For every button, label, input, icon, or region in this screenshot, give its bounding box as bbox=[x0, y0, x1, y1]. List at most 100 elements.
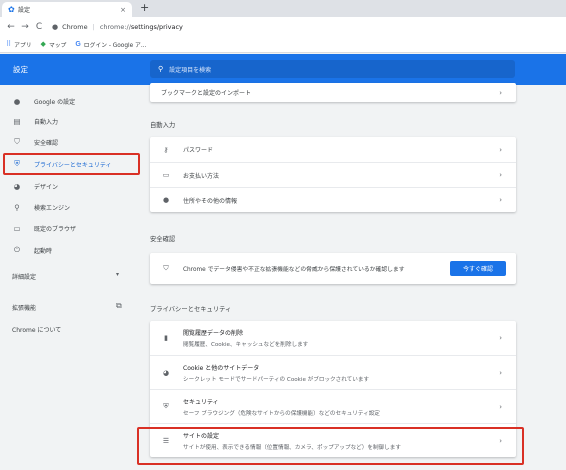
bookmark-google-login[interactable]: G ログイン - Google ア... bbox=[75, 40, 146, 49]
search-icon: ⚲ bbox=[158, 65, 164, 73]
shield-check-icon: ⛉ bbox=[163, 264, 169, 272]
cookies-row[interactable]: ◕ Cookie と他のサイトデータ シークレット モードでサードパーティの C… bbox=[150, 355, 516, 389]
sidebar-item-label: 安全確認 bbox=[34, 139, 59, 147]
site-name: Chrome bbox=[62, 22, 88, 31]
safety-check-heading: 安全確認 bbox=[150, 236, 176, 243]
sidebar-item-autofill[interactable]: ▤ 自動入力 bbox=[0, 111, 140, 131]
key-icon: ⚷ bbox=[163, 145, 169, 154]
row-subtitle: セーフ ブラウジング（危険なサイトからの保護機能）などのセキュリティ設定 bbox=[183, 410, 380, 417]
sidebar-item-on-startup[interactable]: ⏻ 起動時 bbox=[0, 240, 140, 260]
sidebar-advanced[interactable]: 詳細設定 bbox=[12, 272, 36, 281]
url-prefix: chrome:// bbox=[99, 22, 131, 31]
autofill-card: ⚷ パスワード › ▭ お支払い方法 › ● 住所やその他の情報 › bbox=[150, 137, 516, 212]
omnibox-separator: | bbox=[92, 22, 95, 31]
sidebar-item-label: 起動時 bbox=[34, 247, 53, 255]
settings-header: 設定 ⚲ 設定項目を検索 bbox=[0, 54, 566, 85]
settings-search-input[interactable]: ⚲ 設定項目を検索 bbox=[150, 60, 515, 78]
autofill-heading: 自動入力 bbox=[150, 122, 176, 129]
chevron-right-icon: › bbox=[499, 368, 502, 377]
bookmark-label: アプリ bbox=[14, 42, 32, 49]
tab-settings[interactable]: ✿ 設定 × bbox=[2, 2, 132, 17]
chevron-right-icon: › bbox=[499, 196, 502, 204]
chevron-right-icon: › bbox=[499, 171, 502, 179]
gear-icon: ✿ bbox=[8, 5, 15, 14]
back-button[interactable]: ← bbox=[4, 22, 18, 32]
bookmark-label: マップ bbox=[48, 42, 67, 49]
sidebar-item-appearance[interactable]: ◕ デザイン bbox=[0, 176, 140, 196]
highlight-box-privacy bbox=[3, 153, 140, 175]
sidebar-about-chrome[interactable]: Chrome について bbox=[12, 325, 61, 334]
chevron-right-icon: › bbox=[499, 402, 502, 411]
sidebar-item-label: Google の設定 bbox=[34, 98, 76, 106]
row-title: セキュリティ bbox=[183, 398, 219, 406]
row-label: お支払い方法 bbox=[183, 172, 220, 180]
apps-icon: ⠿ bbox=[6, 40, 12, 48]
bookmark-apps[interactable]: ⠿ アプリ bbox=[6, 40, 32, 49]
bookmark-label: ログイン - Google ア... bbox=[83, 42, 147, 49]
chevron-right-icon: › bbox=[499, 88, 502, 97]
credit-card-icon: ▭ bbox=[162, 171, 170, 179]
chevron-right-icon: › bbox=[499, 145, 502, 154]
bookmarks-bar: ⠿ アプリ ◆ マップ G ログイン - Google ア... bbox=[0, 36, 566, 53]
location-pin-icon: ● bbox=[162, 196, 170, 204]
security-row[interactable]: ⛨ セキュリティ セーフ ブラウジング（危険なサイトからの保護機能）などのセキュ… bbox=[150, 389, 516, 423]
settings-main: ブックマークと設定のインポート › 自動入力 ⚷ パスワード › ▭ お支払い方… bbox=[150, 83, 516, 470]
check-now-button[interactable]: 今すぐ確認 bbox=[450, 261, 506, 276]
open-in-new-icon[interactable]: ⧉ bbox=[116, 301, 122, 311]
address-bar[interactable]: ● Chrome | chrome:// settings/privacy bbox=[52, 20, 183, 34]
import-card: ブックマークと設定のインポート › bbox=[150, 83, 516, 102]
settings-sidebar: ● Google の設定 ▤ 自動入力 ⛉ 安全確認 ⛨ プライバシーとセキュリ… bbox=[0, 85, 140, 470]
safety-check-card: ⛉ Chrome でデータ侵害や不正な拡張機能などの脅威から保護されているか確認… bbox=[150, 253, 516, 284]
person-icon: ● bbox=[13, 96, 21, 106]
search-placeholder: 設定項目を検索 bbox=[169, 66, 212, 74]
shield-check-icon: ⛉ bbox=[14, 137, 20, 146]
highlight-box-site-settings bbox=[137, 427, 524, 465]
safety-check-text: Chrome でデータ侵害や不正な拡張機能などの脅威から保護されているか確認しま… bbox=[183, 267, 405, 273]
chrome-site-icon: ● bbox=[52, 22, 59, 31]
google-icon: G bbox=[75, 40, 81, 48]
power-icon: ⏻ bbox=[14, 245, 20, 254]
row-title: 閲覧履歴データの削除 bbox=[183, 330, 244, 337]
page-title: 設定 bbox=[13, 65, 28, 74]
row-subtitle: 閲覧履歴、Cookie、キャッシュなどを削除します bbox=[183, 342, 309, 348]
reload-button[interactable]: C bbox=[32, 22, 46, 32]
browser-icon: ▭ bbox=[13, 223, 21, 233]
trash-icon: ▮ bbox=[164, 334, 168, 342]
maps-icon: ◆ bbox=[40, 40, 46, 48]
row-subtitle: シークレット モードでサードパーティの Cookie がブロックされています bbox=[183, 376, 370, 383]
sidebar-item-label: 既定のブラウザ bbox=[34, 225, 77, 233]
row-title: Cookie と他のサイトデータ bbox=[183, 364, 260, 372]
new-tab-button[interactable]: + bbox=[140, 1, 149, 14]
tab-title: 設定 bbox=[18, 7, 31, 14]
tab-close-button[interactable]: × bbox=[120, 6, 126, 14]
browser-toolbar: ← → C ● Chrome | chrome:// settings/priv… bbox=[0, 17, 566, 36]
clipboard-icon: ▤ bbox=[13, 116, 21, 126]
sidebar-item-google[interactable]: ● Google の設定 bbox=[0, 91, 140, 111]
sidebar-item-search-engine[interactable]: ⚲ 検索エンジン bbox=[0, 197, 140, 217]
privacy-heading: プライバシーとセキュリティ bbox=[150, 306, 232, 313]
row-label: パスワード bbox=[183, 147, 214, 154]
sidebar-item-label: デザイン bbox=[34, 183, 59, 191]
bookmark-maps[interactable]: ◆ マップ bbox=[41, 40, 67, 49]
tab-strip: ✿ 設定 × + bbox=[0, 0, 566, 17]
sidebar-extensions[interactable]: 拡張機能 bbox=[12, 303, 36, 312]
cookie-icon: ◕ bbox=[162, 368, 170, 377]
import-bookmarks-row[interactable]: ブックマークと設定のインポート › bbox=[150, 83, 516, 102]
row-label: 住所やその他の情報 bbox=[183, 197, 238, 205]
chevron-down-icon[interactable]: ▾ bbox=[116, 271, 119, 278]
sidebar-item-label: 検索エンジン bbox=[34, 204, 71, 212]
row-label: ブックマークと設定のインポート bbox=[161, 90, 252, 97]
sidebar-item-safety-check[interactable]: ⛉ 安全確認 bbox=[0, 132, 140, 152]
payment-methods-row[interactable]: ▭ お支払い方法 › bbox=[150, 162, 516, 187]
passwords-row[interactable]: ⚷ パスワード › bbox=[150, 137, 516, 162]
addresses-row[interactable]: ● 住所やその他の情報 › bbox=[150, 187, 516, 212]
chevron-right-icon: › bbox=[499, 334, 502, 342]
forward-button[interactable]: → bbox=[18, 22, 32, 32]
palette-icon: ◕ bbox=[13, 181, 21, 191]
shield-icon: ⛨ bbox=[163, 402, 169, 410]
clear-browsing-data-row[interactable]: ▮ 閲覧履歴データの削除 閲覧履歴、Cookie、キャッシュなどを削除します › bbox=[150, 321, 516, 355]
sidebar-item-default-browser[interactable]: ▭ 既定のブラウザ bbox=[0, 218, 140, 238]
url-path: settings/privacy bbox=[130, 22, 183, 31]
search-icon: ⚲ bbox=[14, 202, 20, 212]
sidebar-item-label: 自動入力 bbox=[34, 118, 59, 126]
